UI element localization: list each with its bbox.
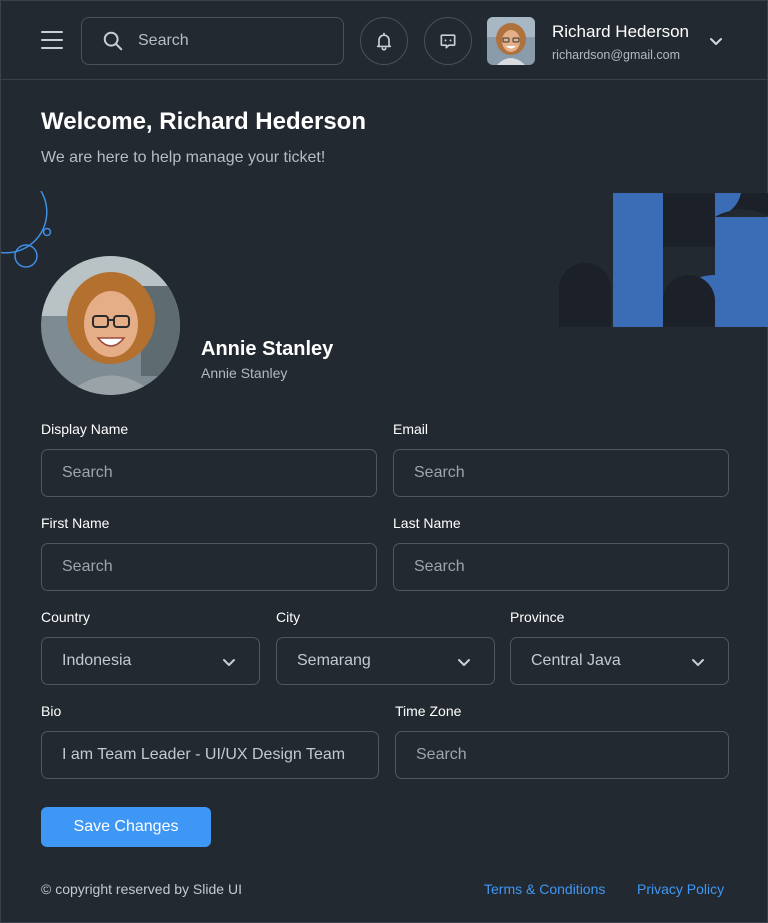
city-select[interactable]: Semarang [276,637,495,685]
privacy-link[interactable]: Privacy Policy [637,881,724,897]
decorative-circles [1,191,52,268]
email-field[interactable]: Search [393,449,729,497]
page-title: Welcome, Richard Hederson [41,108,366,135]
province-select[interactable]: Central Java [510,637,729,685]
user-email: richardson@gmail.com [552,48,681,62]
time-zone-label: Time Zone [395,703,462,719]
search-input[interactable]: Search [81,17,344,65]
notifications-button[interactable] [360,17,408,65]
top-bar: Search Richard Hederson richardson@gmail… [1,1,767,80]
bio-value: I am Team Leader - UI/UX Design Team [62,746,346,763]
display-name-placeholder: Search [62,464,113,481]
menu-icon[interactable] [41,31,63,51]
bio-label: Bio [41,703,62,719]
chevron-down-icon [223,659,235,666]
last-name-field[interactable]: Search [393,543,729,591]
messages-button[interactable] [424,17,472,65]
save-changes-button[interactable]: Save Changes [41,807,211,847]
user-avatar[interactable] [487,17,535,65]
email-placeholder: Search [414,464,465,481]
email-label: Email [393,421,429,437]
search-placeholder: Search [138,32,189,49]
page-subtitle: We are here to help manage your ticket! [41,149,326,166]
first-name-field[interactable]: Search [41,543,377,591]
last-name-placeholder: Search [414,558,465,575]
copyright-text: © copyright reserved by Slide UI [41,881,242,897]
country-select[interactable]: Indonesia [41,637,260,685]
profile-photo[interactable] [41,256,180,395]
search-icon [103,31,123,51]
first-name-placeholder: Search [62,558,113,575]
last-name-label: Last Name [393,515,461,531]
first-name-label: First Name [41,515,110,531]
display-name-label: Display Name [41,421,129,437]
terms-link[interactable]: Terms & Conditions [484,881,605,897]
country-label: Country [41,609,91,625]
user-name: Richard Hederson [552,22,690,41]
bio-field[interactable]: I am Team Leader - UI/UX Design Team [41,731,379,779]
country-value: Indonesia [62,652,132,669]
province-value: Central Java [531,652,621,669]
chevron-down-icon [458,659,470,666]
province-label: Province [510,609,565,625]
chevron-down-icon [692,659,704,666]
display-name-field[interactable]: Search [41,449,377,497]
decorative-shapes [559,193,768,327]
time-zone-placeholder: Search [416,746,467,763]
profile-username: Annie Stanley [201,365,288,381]
bell-icon [376,32,392,51]
profile-settings-page: Search Richard Hederson richardson@gmail… [0,0,768,923]
profile-name: Annie Stanley [201,338,334,360]
city-label: City [276,609,301,625]
chevron-down-icon[interactable] [708,33,724,49]
city-value: Semarang [297,652,371,669]
chat-icon [440,34,456,49]
time-zone-field[interactable]: Search [395,731,729,779]
